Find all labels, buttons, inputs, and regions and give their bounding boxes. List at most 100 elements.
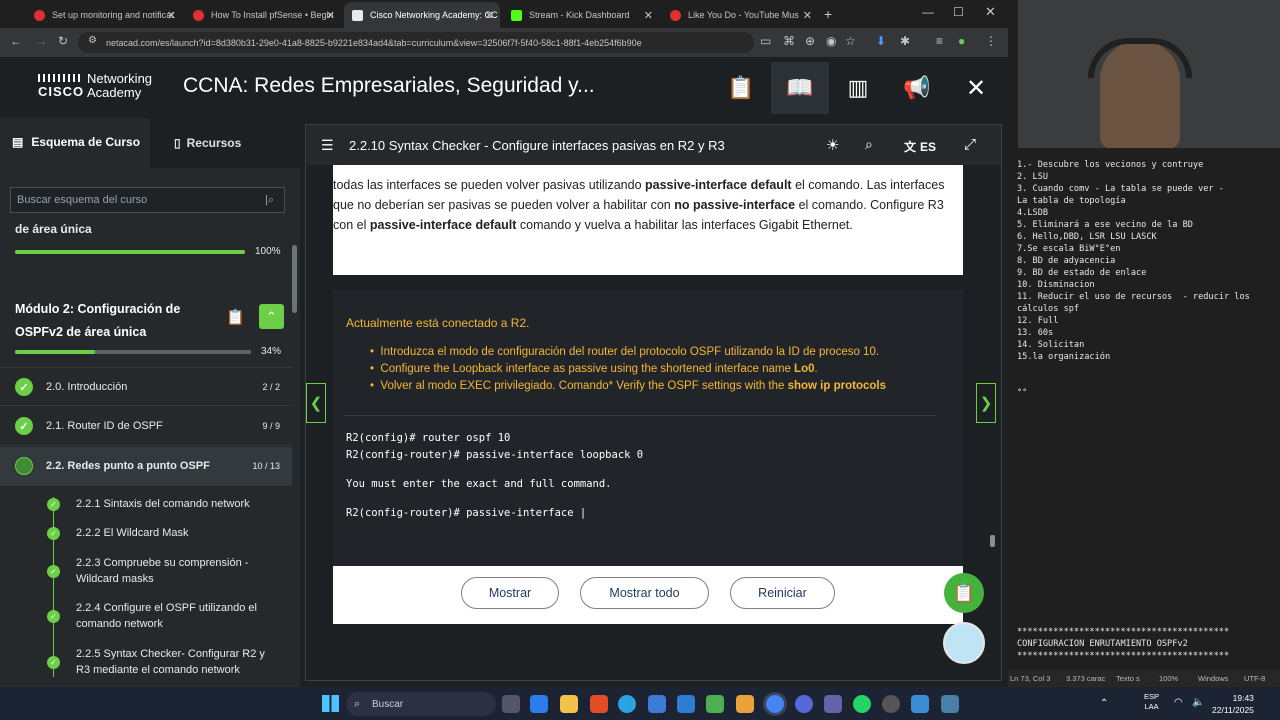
show-all-button[interactable]: Mostrar todo [580,577,709,609]
language-selector[interactable]: 文 ES [904,138,936,155]
app-icon[interactable] [795,695,813,713]
collapse-menu-icon[interactable]: ☰ [321,137,334,154]
extensions-icon[interactable]: ✱ [900,34,910,48]
eye-off-icon[interactable]: ◉ [826,34,836,48]
volume-icon[interactable]: 🔈 [1192,697,1204,708]
minimize-icon[interactable]: — [922,5,934,19]
announcements-icon[interactable]: 📢 [888,62,946,114]
notes-fab-button[interactable]: 📋 [944,573,984,613]
task-view-icon[interactable] [502,695,520,713]
back-icon[interactable]: ← [10,34,22,48]
search-placeholder: Buscar esquema del curso [17,194,148,206]
app-icon[interactable] [882,695,900,713]
subitem-2-2-3[interactable]: ✓ 2.2.3 Compruebe su comprensión - Wildcar… [0,555,292,589]
prev-page-arrow-icon[interactable]: ❮ [306,383,326,423]
maximize-icon[interactable]: ☐ [953,5,964,19]
module-clipboard-icon[interactable]: 📋 [226,308,245,326]
language-indicator[interactable]: ESP LAA [1144,692,1159,712]
app-icon[interactable] [736,695,754,713]
section-2-0[interactable]: ✓ 2.0. Introducción 2 / 2 [0,367,292,406]
vscode-icon[interactable] [677,695,695,713]
system-clock[interactable]: 19:43 22/11/2025 [1212,692,1254,716]
section-2-2-active[interactable]: 2.2. Redes punto a punto OSPF 10 / 13 [0,447,292,486]
bookmark-star-icon[interactable]: ☆ [845,34,856,48]
close-tab-icon[interactable]: ✕ [644,9,653,22]
telegram-icon[interactable] [618,695,636,713]
close-tab-icon[interactable]: ✕ [167,9,176,22]
show-button[interactable]: Mostrar [461,577,559,609]
content-scrollbar[interactable] [990,535,995,547]
search-icon[interactable]: ⌕ [865,136,873,153]
app-icon[interactable] [590,695,608,713]
file-explorer-icon[interactable] [560,695,578,713]
close-tab-icon[interactable]: ✕ [326,9,335,22]
address-bar[interactable]: netacad.com/es/launch?id=8d380b31-29e0-4… [78,32,754,53]
teams-icon[interactable] [824,695,842,713]
completed-check-icon: ✓ [15,378,33,396]
search-icon[interactable]: |⌕ [265,194,274,207]
app-icon[interactable] [706,695,724,713]
outline-search-input[interactable]: Buscar esquema del curso |⌕ [10,187,285,213]
browser-tab-active[interactable]: Cisco Networking Academy: CC ✕ [344,2,500,28]
site-info-icon[interactable]: ⚙ [88,35,97,46]
browser-tab[interactable]: How To Install pfSense • Begin ✕ [185,2,341,28]
notepad-bottom-text[interactable]: ****************************************… [1017,626,1229,662]
grades-chart-icon[interactable]: ▥ [829,62,887,114]
cast-icon[interactable]: ▭ [760,34,771,48]
windows-start-icon[interactable] [322,695,339,712]
char-count: 3.373 carac [1066,674,1106,683]
outline-icon: ▤ [12,135,24,149]
tab-resources[interactable]: ▯ Recursos [150,118,300,168]
subitem-2-2-4[interactable]: ✓ 2.2.4 Configure el OSPF utilizando el co… [0,600,292,634]
subitem-label: 2.2.2 El Wildcard Mask [76,527,189,539]
clipboard-icon[interactable]: 📋 [712,62,770,114]
browser-tab[interactable]: Stream - Kick Dashboard ✕ [503,2,659,28]
tab-course-outline[interactable]: ▤ Esquema de Curso [0,118,150,168]
close-window-icon[interactable]: ✕ [985,4,996,20]
notepad-icon[interactable] [911,695,929,713]
book-icon[interactable]: 📖 [771,62,829,114]
netacad-icon [352,9,363,21]
subitem-2-2-5[interactable]: ✓ 2.2.5 Syntax Checker- Configurar R2 y R3… [0,646,292,680]
terminal-input-line[interactable]: R2(config-router)# passive-interface | [346,507,586,519]
wifi-icon[interactable]: ◠ [1174,697,1183,708]
chrome-icon[interactable] [766,695,784,713]
module-2-title[interactable]: Módulo 2: Configuración de OSPFv2 de área… [15,298,180,344]
taskbar-search[interactable]: ⌕ Buscar [346,692,496,716]
expand-icon[interactable]: ⤢ [964,136,976,153]
close-tab-icon[interactable]: ✕ [485,9,494,22]
reading-list-icon[interactable]: ≡ [936,34,943,48]
new-tab-button[interactable]: + [824,6,832,22]
forward-icon[interactable]: → [35,34,47,48]
app-icon[interactable] [648,695,666,713]
close-course-icon[interactable]: ✕ [947,62,1005,114]
lang-line: LAA [1144,702,1159,711]
browser-tab[interactable]: Set up monitoring and notificat ✕ [26,2,182,28]
logo-line: Academy [87,85,142,100]
edge-icon[interactable] [530,695,548,713]
whatsapp-icon[interactable] [853,695,871,713]
progress-fill [15,250,245,254]
download-icon[interactable]: ⬇ [876,34,886,48]
browser-tab[interactable]: Like You Do - YouTube Mus ✕ [662,2,818,28]
close-tab-icon[interactable]: ✕ [803,9,812,22]
profile-icon[interactable]: ● [958,34,965,48]
sidebar-scrollbar[interactable] [292,245,297,313]
chatbot-avatar-button[interactable] [943,622,985,664]
zoom-icon[interactable]: ⊕ [805,34,815,48]
reload-icon[interactable]: ↻ [58,34,68,48]
notepad-text[interactable]: 1.- Descubre los vecionos y contruye 2. … [1017,159,1250,399]
cisco-logo-icon [38,74,80,82]
theme-sun-icon[interactable]: ☀ [826,136,839,154]
next-page-arrow-icon[interactable]: ❯ [976,383,996,423]
app-icon[interactable] [941,695,959,713]
tray-chevron-icon[interactable]: ⌃ [1100,698,1108,709]
section-2-1[interactable]: ✓ 2.1. Router ID de OSPF 9 / 9 [0,407,292,446]
collapse-chevron-up-icon[interactable]: ⌃ [259,304,284,329]
syntax-checker [333,290,963,566]
reset-button[interactable]: Reiniciar [730,577,835,609]
lang-line: ESP [1144,692,1160,701]
previous-module-title[interactable]: de área única [15,222,92,236]
translate-icon[interactable]: ⌘ [783,34,795,48]
menu-icon[interactable]: ⋮ [985,34,997,48]
